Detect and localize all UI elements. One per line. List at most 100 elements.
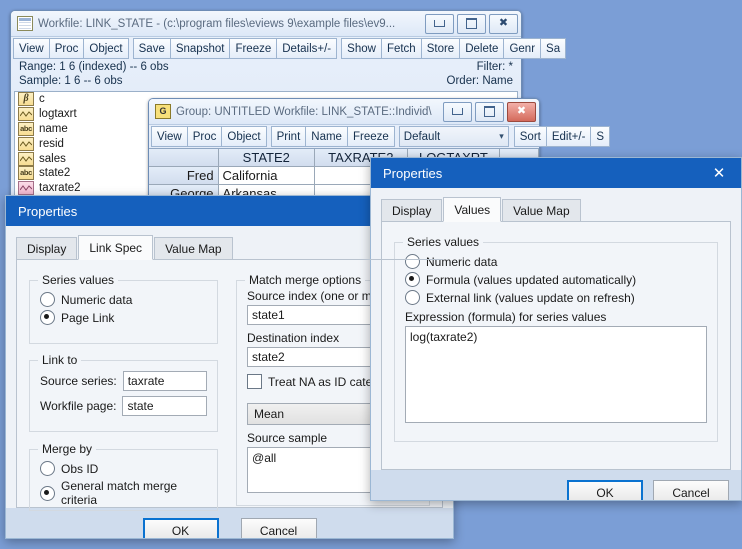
workfile-button-show[interactable]: Show	[341, 38, 382, 59]
link-series-icon	[18, 181, 34, 195]
radio-label: Formula (values updated automatically)	[426, 273, 636, 287]
radio-indicator	[40, 310, 55, 325]
series-icon	[18, 137, 34, 151]
workfile-button-save[interactable]: Save	[133, 38, 171, 59]
chevron-down-icon: ▾	[499, 131, 504, 142]
minimize-icon[interactable]	[443, 102, 472, 122]
tab-display[interactable]: Display	[16, 237, 77, 259]
group-window-controls: ✖	[443, 102, 536, 122]
object-name: c	[39, 93, 45, 105]
workfile-button-store[interactable]: Store	[421, 38, 461, 59]
maximize-icon[interactable]	[475, 102, 504, 122]
radio-page-link[interactable]: Page Link	[40, 310, 207, 325]
close-icon[interactable]: ✖	[507, 102, 536, 122]
radio-numeric-data[interactable]: Numeric data	[40, 292, 207, 307]
series-values-legend: Series values	[38, 273, 118, 287]
workfile-button-proc[interactable]: Proc	[49, 38, 85, 59]
cell-state2[interactable]: California	[219, 167, 315, 185]
contraction-method-value: Mean	[254, 407, 284, 421]
radio-label: Obs ID	[61, 462, 98, 476]
group-button-freeze[interactable]: Freeze	[347, 126, 395, 147]
radio-indicator	[405, 272, 420, 287]
group-view-selector[interactable]: Default ▾	[399, 126, 509, 147]
treat-na-checkbox[interactable]	[247, 374, 262, 389]
object-name: state2	[39, 167, 70, 179]
group-icon: G	[155, 104, 171, 119]
expression-textarea[interactable]: log(taxrate2)	[405, 326, 707, 423]
tab-values[interactable]: Values	[443, 197, 501, 222]
workfile-icon	[17, 16, 33, 31]
cancel-button[interactable]: Cancel	[653, 480, 729, 501]
group-button-proc[interactable]: Proc	[187, 126, 223, 147]
workfile-toolbar[interactable]: View Proc Object Save Snapshot Freeze De…	[11, 37, 521, 60]
workfile-window-controls: ✖	[425, 14, 518, 34]
tab-display[interactable]: Display	[381, 199, 442, 221]
group-button-smpl[interactable]: S	[590, 126, 610, 147]
tab-value-map[interactable]: Value Map	[154, 237, 232, 259]
tab-value-map[interactable]: Value Map	[502, 199, 580, 221]
workfile-order-label: Order: Name	[447, 75, 513, 87]
workfile-button-view[interactable]: View	[13, 38, 50, 59]
workfile-sample-label: Sample: 1 6 -- 6 obs	[19, 75, 123, 87]
minimize-icon[interactable]	[425, 14, 454, 34]
workfile-button-object[interactable]: Object	[83, 38, 128, 59]
group-titlebar[interactable]: G Group: UNTITLED Workfile: LINK_STATE::…	[149, 99, 539, 125]
group-title: Group: UNTITLED Workfile: LINK_STATE::In…	[176, 106, 443, 118]
column-header-index[interactable]	[149, 149, 219, 167]
coef-icon: β	[18, 92, 34, 106]
source-series-input[interactable]: taxrate	[123, 371, 207, 391]
workfile-button-freeze[interactable]: Freeze	[229, 38, 277, 59]
workfile-button-delete[interactable]: Delete	[459, 38, 504, 59]
column-header-state2[interactable]: STATE2	[219, 149, 315, 167]
radio-formula[interactable]: Formula (values updated automatically)	[405, 272, 707, 287]
workfile-button-snapshot[interactable]: Snapshot	[170, 38, 231, 59]
group-button-object[interactable]: Object	[221, 126, 266, 147]
close-icon[interactable]: ✖	[489, 14, 518, 34]
series-icon	[18, 107, 34, 121]
row-index-cell[interactable]: Fred	[149, 167, 219, 185]
merge-by-legend: Merge by	[38, 442, 96, 456]
radio-numeric-data[interactable]: Numeric data	[405, 254, 707, 269]
series-icon	[18, 152, 34, 166]
workfile-title: Workfile: LINK_STATE - (c:\program files…	[38, 18, 425, 30]
workfile-button-fetch[interactable]: Fetch	[381, 38, 422, 59]
close-icon[interactable]: ✕	[697, 158, 741, 188]
group-button-view[interactable]: View	[151, 126, 188, 147]
radio-label: Numeric data	[61, 293, 132, 307]
radio-indicator	[40, 461, 55, 476]
radio-label: General match merge criteria	[61, 479, 207, 507]
link-spec-tabstrip[interactable]: Display Link Spec Value Map	[16, 236, 443, 260]
radio-external-link[interactable]: External link (values update on refresh)	[405, 290, 707, 305]
ok-button[interactable]: OK	[143, 518, 219, 539]
values-dialog-titlebar[interactable]: Properties ✕	[371, 158, 741, 188]
workfile-sample-row: Sample: 1 6 -- 6 obs Order: Name	[11, 74, 521, 88]
group-button-edit[interactable]: Edit+/-	[546, 126, 592, 147]
workfile-range-label: Range: 1 6 (indexed) -- 6 obs	[19, 61, 169, 73]
radio-obs-id[interactable]: Obs ID	[40, 461, 207, 476]
workfile-button-sample[interactable]: Sa	[540, 38, 566, 59]
group-button-print[interactable]: Print	[271, 126, 307, 147]
workfile-titlebar[interactable]: Workfile: LINK_STATE - (c:\program files…	[11, 11, 521, 37]
group-button-sort[interactable]: Sort	[514, 126, 547, 147]
maximize-icon[interactable]	[457, 14, 486, 34]
group-button-name[interactable]: Name	[305, 126, 348, 147]
group-toolbar[interactable]: View Proc Object Print Name Freeze Defau…	[149, 125, 539, 148]
object-name: logtaxrt	[39, 108, 77, 120]
radio-label: Page Link	[61, 311, 114, 325]
values-dialog-body: Display Values Value Map Series values N…	[371, 188, 741, 470]
workfile-button-details[interactable]: Details+/-	[276, 38, 337, 59]
series-values-group: Series values Numeric data Formula (valu…	[394, 242, 718, 442]
values-dialog-title: Properties	[383, 166, 697, 181]
values-properties-dialog[interactable]: Properties ✕ Display Values Value Map Se…	[370, 157, 742, 501]
values-tabstrip[interactable]: Display Values Value Map	[381, 198, 731, 222]
cancel-button[interactable]: Cancel	[241, 518, 317, 539]
workfile-page-input[interactable]: state	[122, 396, 207, 416]
match-merge-legend: Match merge options	[245, 273, 365, 287]
workfile-button-genr[interactable]: Genr	[503, 38, 541, 59]
ok-button[interactable]: OK	[567, 480, 643, 501]
workfile-range-row: Range: 1 6 (indexed) -- 6 obs Filter: *	[11, 60, 521, 74]
radio-general-match-merge[interactable]: General match merge criteria	[40, 479, 207, 507]
link-to-legend: Link to	[38, 353, 81, 367]
radio-indicator	[405, 290, 420, 305]
tab-link-spec[interactable]: Link Spec	[78, 235, 153, 260]
